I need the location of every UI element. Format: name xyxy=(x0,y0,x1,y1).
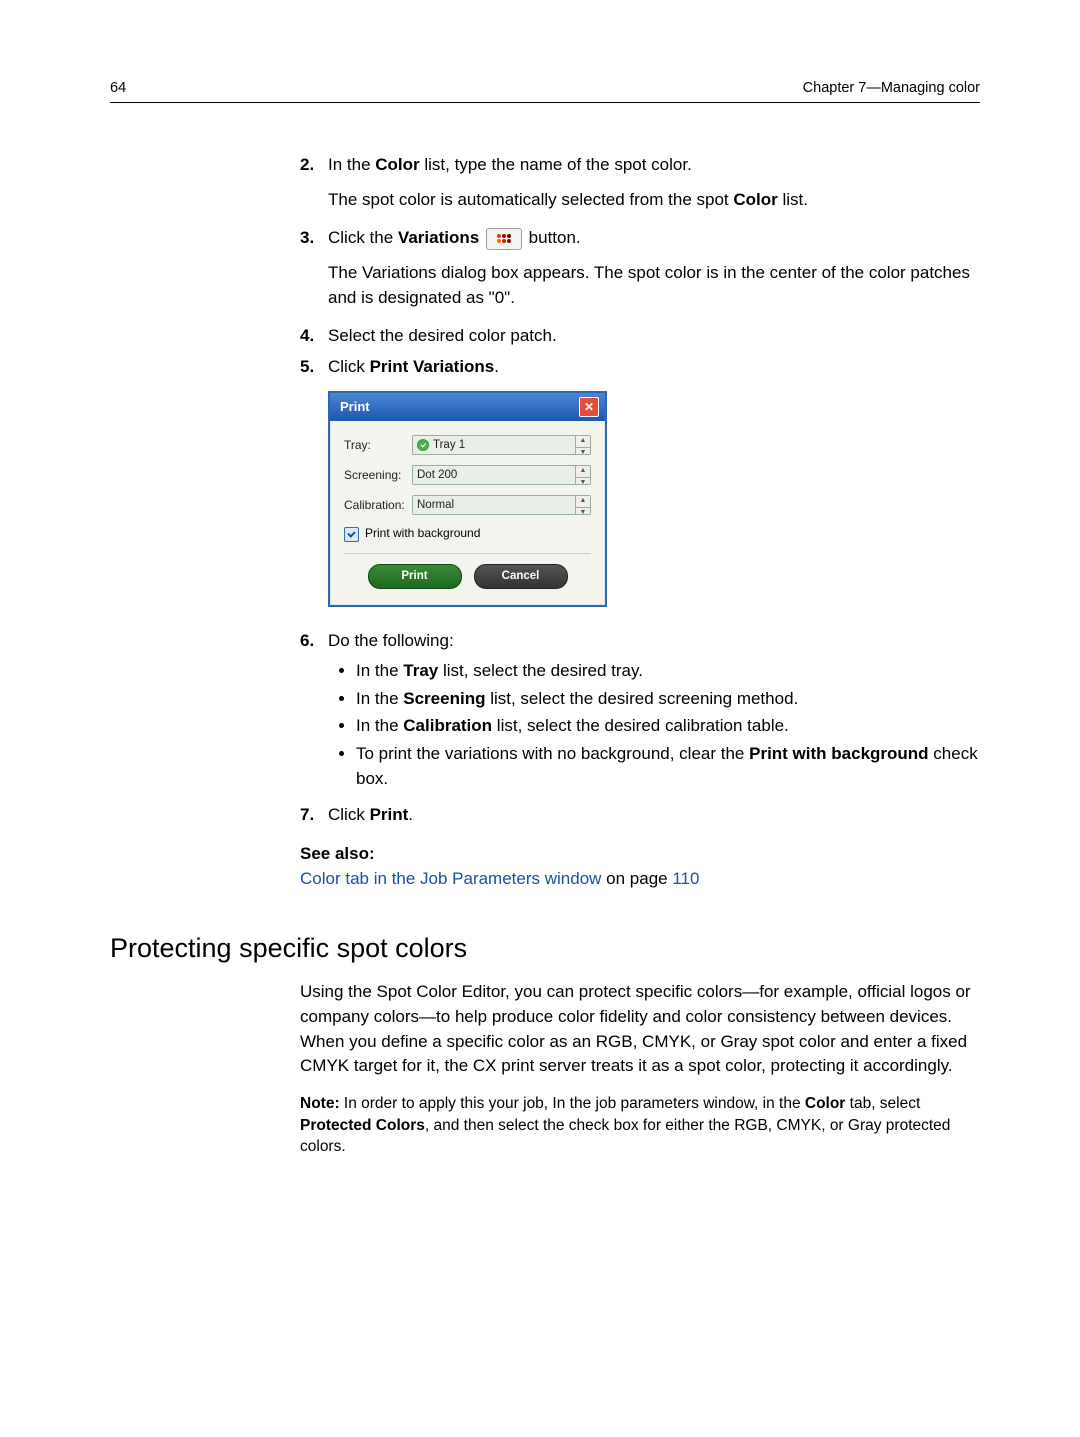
text: . xyxy=(494,357,499,376)
step-number: 6. xyxy=(300,629,328,798)
text-bold: Print with background xyxy=(749,744,928,763)
step-number: 7. xyxy=(300,803,328,828)
text: . xyxy=(408,805,413,824)
calibration-label: Calibration: xyxy=(344,497,412,514)
step-body: Select the desired color patch. xyxy=(328,324,980,349)
section-body: Using the Spot Color Editor, you can pro… xyxy=(300,980,980,1079)
text-bold: Calibration xyxy=(403,716,492,735)
step-number: 4. xyxy=(300,324,328,349)
step-number: 3. xyxy=(300,226,328,318)
text-bold: Color xyxy=(375,155,419,174)
text: In the xyxy=(356,716,403,735)
step-number: 5. xyxy=(300,355,328,380)
calibration-value: Normal xyxy=(417,497,454,514)
text: Click xyxy=(328,357,370,376)
screening-label: Screening: xyxy=(344,467,412,484)
chapter-title: Chapter 7—Managing color xyxy=(803,80,980,96)
tray-label: Tray: xyxy=(344,437,412,454)
variations-icon xyxy=(486,228,522,250)
text: on page xyxy=(601,869,672,888)
spinner-icon[interactable]: ▲▼ xyxy=(575,466,590,484)
text-bold: Variations xyxy=(398,228,479,247)
list-item: In the Screening list, select the desire… xyxy=(356,687,980,712)
text: list, select the desired calibration tab… xyxy=(492,716,789,735)
text: Click the xyxy=(328,228,398,247)
text: In the xyxy=(356,689,403,708)
tray-value: Tray 1 xyxy=(433,437,465,454)
step-body: Click the Variations button. The Variati… xyxy=(328,226,980,318)
list-item: In the Calibration list, select the desi… xyxy=(356,714,980,739)
text-bold: Print xyxy=(370,805,409,824)
note-label: Note: xyxy=(300,1095,340,1112)
text: button. xyxy=(529,228,581,247)
text: In order to apply this your job, In the … xyxy=(340,1095,805,1112)
see-also-page-link[interactable]: 110 xyxy=(672,869,699,888)
page-number: 64 xyxy=(110,80,126,96)
text: list, select the desired screening metho… xyxy=(485,689,798,708)
list-item: To print the variations with no backgrou… xyxy=(356,742,980,791)
cancel-button[interactable]: Cancel xyxy=(474,564,568,589)
text-bold: Color xyxy=(733,190,777,209)
checkbox-label: Print with background xyxy=(365,525,480,542)
text: list, type the name of the spot color. xyxy=(420,155,692,174)
note-block: Note: In order to apply this your job, I… xyxy=(300,1093,980,1158)
text: list, select the desired tray. xyxy=(438,661,643,680)
spinner-icon[interactable]: ▲▼ xyxy=(575,496,590,514)
print-dialog: Print ✕ Tray: Tray 1 ▲▼ Screening: Dot 2… xyxy=(328,391,607,606)
step-body: In the Color list, type the name of the … xyxy=(328,153,980,220)
text: Do the following: xyxy=(328,629,980,654)
text: list. xyxy=(778,190,808,209)
text-bold: Tray xyxy=(403,661,438,680)
text: In the xyxy=(356,661,403,680)
ok-icon xyxy=(417,439,429,451)
print-button[interactable]: Print xyxy=(368,564,462,589)
list-item: In the Tray list, select the desired tra… xyxy=(356,659,980,684)
see-also-link[interactable]: Color tab in the Job Parameters window xyxy=(300,869,601,888)
text: The Variations dialog box appears. The s… xyxy=(328,261,980,310)
text-bold: Print Variations xyxy=(370,357,495,376)
step-body: Click Print. xyxy=(328,803,980,828)
close-icon[interactable]: ✕ xyxy=(579,397,599,417)
header-rule xyxy=(110,102,980,103)
spinner-icon[interactable]: ▲▼ xyxy=(575,436,590,454)
text: tab, select xyxy=(845,1095,920,1112)
step-body: Do the following: In the Tray list, sele… xyxy=(328,629,980,798)
print-with-background-checkbox[interactable] xyxy=(344,527,359,542)
see-also-heading: See also: xyxy=(300,842,980,867)
section-heading: Protecting specific spot colors xyxy=(110,933,980,964)
text: To print the variations with no backgrou… xyxy=(356,744,749,763)
text: Click xyxy=(328,805,370,824)
text-bold: Color xyxy=(805,1095,845,1112)
dialog-titlebar: Print ✕ xyxy=(330,393,605,421)
text: The spot color is automatically selected… xyxy=(328,190,733,209)
screening-select[interactable]: Dot 200 ▲▼ xyxy=(412,465,591,485)
text-bold: Screening xyxy=(403,689,485,708)
calibration-select[interactable]: Normal ▲▼ xyxy=(412,495,591,515)
step-body: Click Print Variations. xyxy=(328,355,980,380)
tray-select[interactable]: Tray 1 ▲▼ xyxy=(412,435,591,455)
text-bold: Protected Colors xyxy=(300,1117,425,1134)
screening-value: Dot 200 xyxy=(417,467,457,484)
dialog-separator xyxy=(344,553,591,554)
step-number: 2. xyxy=(300,153,328,220)
dialog-title: Print xyxy=(340,398,370,417)
text: In the xyxy=(328,155,375,174)
